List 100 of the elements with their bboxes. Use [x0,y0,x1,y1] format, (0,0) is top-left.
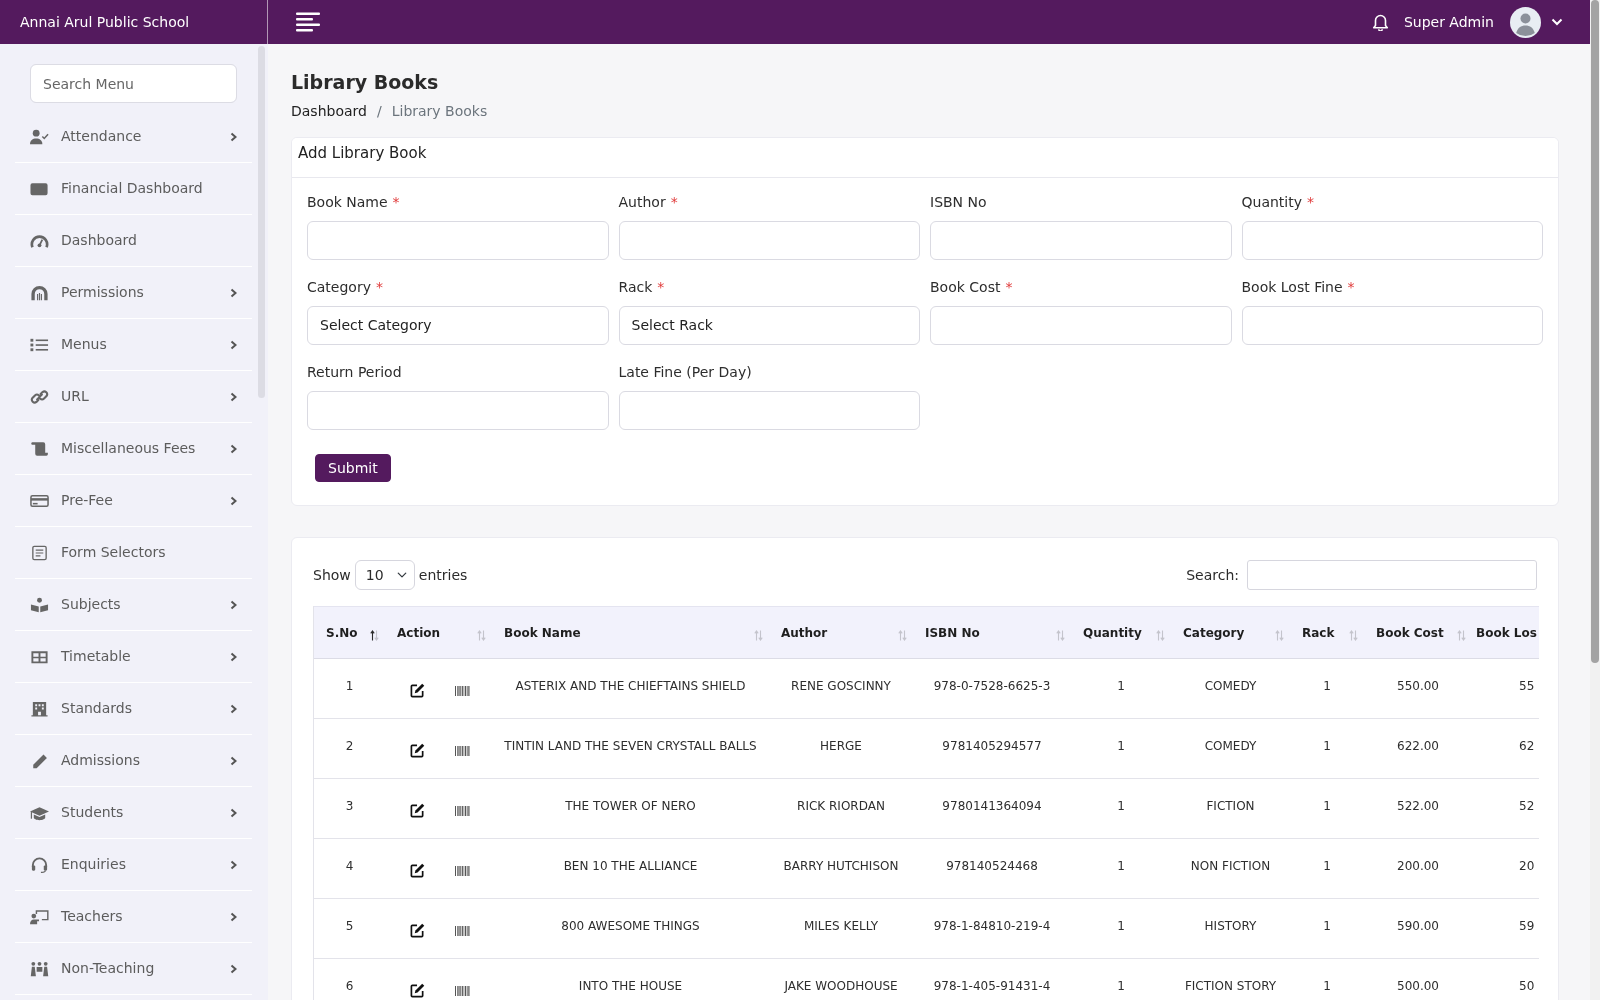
chevron-right-icon[interactable] [230,911,237,922]
table-cell: 522.00 [1397,799,1439,813]
edit-icon[interactable] [410,683,425,698]
input-field[interactable] [1241,221,1543,260]
avatar-icon[interactable] [1510,6,1541,38]
edit-icon[interactable] [410,803,425,818]
table-cell: COMEDY [1204,679,1257,693]
sort-arrows-icon[interactable] [370,630,379,641]
chevron-right-icon[interactable] [230,287,237,298]
scrollbar-thumb[interactable] [1591,0,1599,663]
barcode-icon[interactable] [455,745,470,756]
chevron-right-icon[interactable] [230,963,237,974]
field-label: Category [307,279,371,295]
sidebar-item[interactable]: Dashboard [15,230,137,251]
notification-bell-icon[interactable] [1371,13,1389,31]
edit-icon[interactable] [410,863,425,878]
search-field[interactable]: Search Menu [30,64,237,103]
chevron-right-icon[interactable] [230,703,237,714]
submit-button[interactable]: Submit [315,454,391,482]
table-cell: 550.00 [1397,679,1439,693]
input-field[interactable] [1241,306,1543,345]
sidebar-item[interactable]: Form Selectors [15,542,166,563]
card-icon [30,492,49,509]
sidebar-item[interactable]: Enquiries [15,854,126,875]
barcode-icon[interactable] [455,805,470,816]
sidebar-item[interactable]: Non-Teaching [15,958,155,979]
breadcrumb-link[interactable]: Dashboard [291,101,367,121]
barcode-icon[interactable] [455,865,470,876]
user-name[interactable]: Super Admin [1403,11,1494,33]
input-field[interactable] [307,221,609,260]
menu-icon[interactable] [296,12,320,32]
card-title: Add Library Book [298,144,427,162]
sidebar-item[interactable]: Pre-Fee [15,490,113,511]
edit-icon[interactable] [410,923,425,938]
teacher-board-icon [30,908,49,925]
table-cell: 1 [1117,739,1125,753]
chevron-right-icon[interactable] [230,339,237,350]
column-header[interactable]: Action [397,623,441,642]
search-field[interactable] [1247,560,1537,590]
pencil-icon [30,752,49,769]
sidebar-item[interactable]: Permissions [15,282,144,303]
user-check-icon [30,128,49,145]
column-header[interactable]: Quantity [1083,623,1142,642]
sidebar-item[interactable]: Admissions [15,750,140,771]
chevron-right-icon[interactable] [230,755,237,766]
barcode-icon[interactable] [455,685,470,696]
table-cell: TINTIN LAND THE SEVEN CRYSTALL BALLS [504,739,757,753]
sidebar-item[interactable]: Attendance [15,126,142,147]
column-header[interactable]: Book Cost [1376,623,1444,642]
column-header[interactable]: ISBN No [925,623,980,642]
link-icon [30,388,49,405]
chevron-right-icon[interactable] [230,495,237,506]
column-header[interactable]: Book Los [1476,623,1537,642]
chevron-right-icon[interactable] [230,651,237,662]
select-field[interactable]: Select Rack [618,306,920,345]
chevron-right-icon[interactable] [230,859,237,870]
input-field[interactable] [930,221,1232,260]
sidebar-item[interactable]: Financial Dashboard [15,178,203,199]
field-label: Author [618,194,666,210]
sidebar-item[interactable]: Standards [15,698,132,719]
required-mark: * [1347,279,1355,295]
sidebar-item[interactable]: Teachers [15,906,123,927]
scroll-icon [30,440,49,457]
chevron-right-icon[interactable] [230,131,237,142]
sidebar-item[interactable]: URL [15,386,89,407]
edit-icon[interactable] [410,743,425,758]
input-field[interactable] [930,306,1232,345]
gauge-icon [30,232,49,249]
chevron-down-icon[interactable] [1551,18,1563,26]
column-header[interactable]: Author [781,623,828,642]
barcode-icon[interactable] [455,925,470,936]
select-field[interactable]: Select Category [307,306,609,345]
sidebar-item[interactable]: Menus [15,334,107,355]
sidebar-item[interactable]: Students [15,802,124,823]
table-cell: 1 [1117,859,1125,873]
table-cell: 978-1-84810-219-4 [933,919,1051,933]
barcode-icon[interactable] [455,985,470,996]
table-cell: 590.00 [1397,919,1439,933]
table-cell: 978-1-405-91431-4 [933,979,1051,993]
input-field[interactable] [618,221,920,260]
reader-icon [30,596,49,613]
sidebar-item[interactable]: Miscellaneous Fees [15,438,196,459]
table-cell: 1 [1323,799,1331,813]
column-header[interactable]: Category [1183,623,1245,642]
column-header[interactable]: Rack [1302,623,1335,642]
table-cell: 1 [1117,679,1125,693]
table-cell: 3 [345,799,354,813]
edit-icon[interactable] [410,983,425,998]
column-header[interactable]: S.No [326,623,358,642]
input-field[interactable] [307,391,609,430]
chevron-right-icon[interactable] [230,599,237,610]
chevron-right-icon[interactable] [230,391,237,402]
sidebar-item[interactable]: Subjects [15,594,121,615]
required-mark: * [670,194,678,210]
sidebar-item[interactable]: Timetable [15,646,131,667]
input-field[interactable] [618,391,920,430]
chevron-right-icon[interactable] [230,807,237,818]
column-header[interactable]: Book Name [504,623,581,642]
chevron-right-icon[interactable] [230,443,237,454]
page-length-select[interactable]: 10 [354,560,415,590]
